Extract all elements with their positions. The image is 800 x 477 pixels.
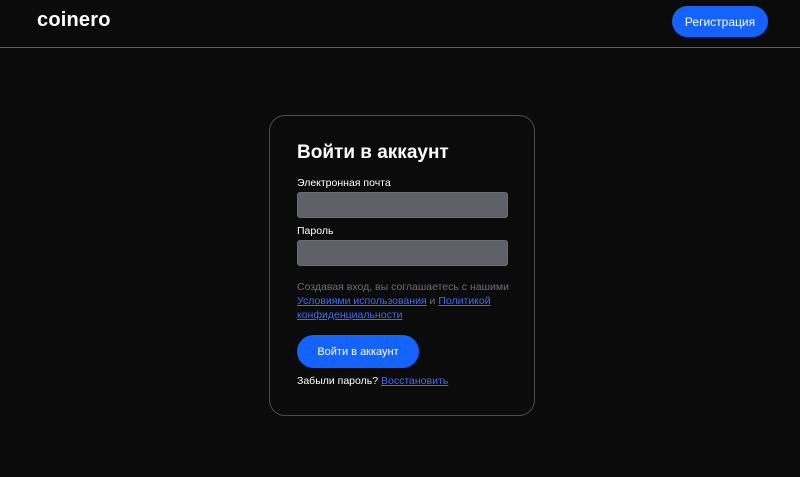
email-field[interactable]	[297, 192, 508, 218]
terms-link[interactable]: Условиями использования	[297, 295, 427, 307]
top-header: coinero Регистрация	[0, 0, 800, 48]
password-label: Пароль	[297, 225, 334, 237]
login-title: Войти в аккаунт	[297, 142, 449, 163]
register-button[interactable]: Регистрация	[672, 6, 768, 37]
password-field[interactable]	[297, 240, 508, 266]
login-card: Войти в аккаунт Электронная почта Пароль…	[269, 115, 535, 416]
consent-text: Создавая вход, вы соглашаетесь с нашими …	[297, 280, 519, 322]
privacy-link-part-2[interactable]: конфиденциальности	[297, 309, 403, 321]
login-submit-button[interactable]: Войти в аккаунт	[297, 335, 419, 368]
email-label: Электронная почта	[297, 177, 391, 189]
privacy-link-part-1[interactable]: Политикой	[438, 295, 490, 307]
restore-password-link[interactable]: Восстановить	[381, 375, 448, 387]
forgot-password-text: Забыли пароль?	[297, 375, 379, 387]
coinero-logo[interactable]: coinero	[37, 9, 111, 32]
consent-and: и	[429, 295, 436, 307]
consent-prefix: Создавая вход, вы соглашаетесь с нашими	[297, 281, 509, 293]
forgot-password-row: Забыли пароль? Восстановить	[297, 375, 448, 387]
